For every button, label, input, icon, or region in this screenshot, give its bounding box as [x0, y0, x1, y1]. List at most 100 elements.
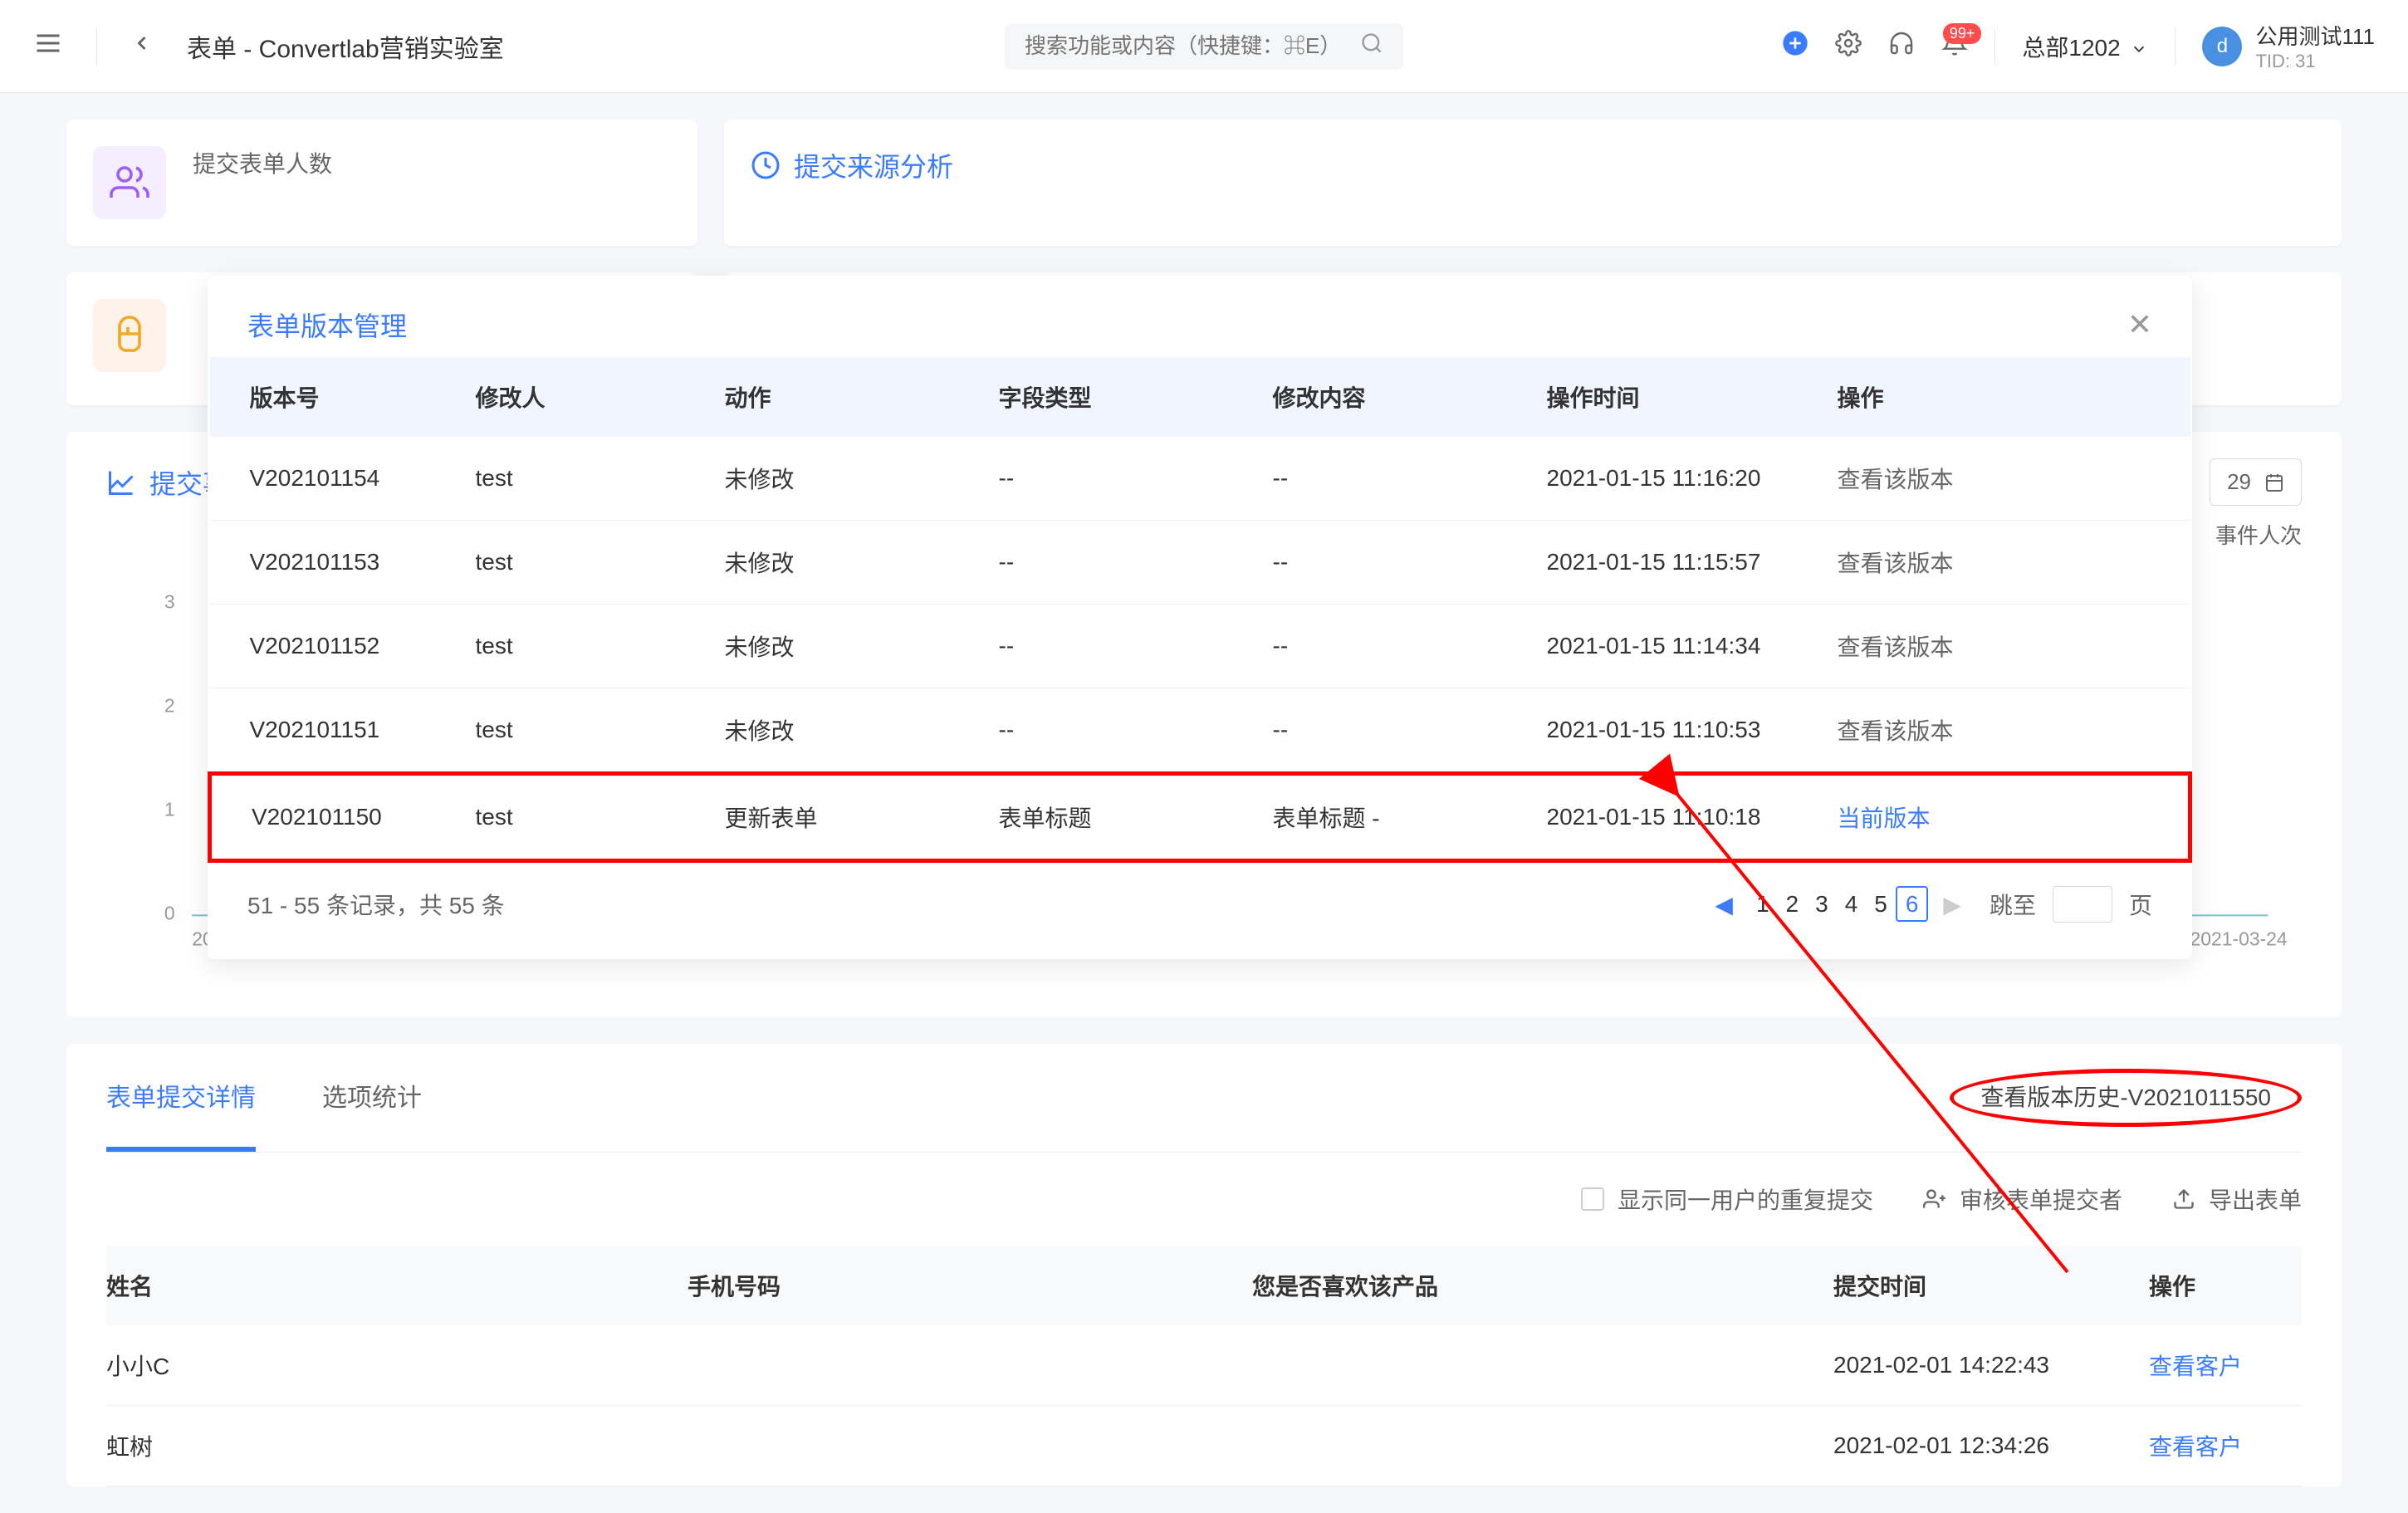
submit-count-label: 提交表单人数 — [193, 146, 332, 179]
divider — [1994, 28, 1995, 65]
th-time: 操作时间 — [1530, 357, 1821, 437]
col-phone: 手机号码 — [688, 1246, 1252, 1325]
svg-text:0: 0 — [164, 903, 175, 924]
pagination: ◀ 123456 ▶ 跳至 页 — [1711, 886, 2152, 923]
results-table: 姓名 手机号码 您是否喜欢该产品 提交时间 操作 小小C2021-02-01 1… — [106, 1246, 2302, 1486]
table-row: V202101152test未修改----2021-01-15 11:14:34… — [210, 605, 2190, 688]
touch-icon — [93, 299, 166, 372]
gear-icon[interactable] — [1835, 30, 1862, 62]
th-action: 动作 — [708, 357, 982, 437]
headset-icon[interactable] — [1888, 30, 1915, 62]
col-likes: 您是否喜欢该产品 — [1252, 1246, 1833, 1325]
page-number[interactable]: 2 — [1778, 888, 1808, 920]
page-number[interactable]: 4 — [1837, 888, 1867, 920]
table-row: V202101150test更新表单表单标题表单标题 -2021-01-15 1… — [210, 774, 2190, 861]
user-text: 公用测试111 TID: 31 — [2255, 20, 2375, 72]
source-analysis-title-text: 提交来源分析 — [794, 146, 953, 184]
view-version-link[interactable]: 查看该版本 — [1838, 467, 1954, 492]
view-customer-link[interactable]: 查看客户 — [2149, 1354, 2242, 1379]
chart-right-labels: 29 — [2210, 458, 2302, 506]
top-header: 表单 - Convertlab营销实验室 99+ 总部1202 d — [0, 0, 2408, 93]
checkbox-icon — [1581, 1187, 1604, 1211]
table-row: 小小C2021-02-01 14:22:43查看客户 — [106, 1325, 2302, 1406]
page-number[interactable]: 5 — [1866, 888, 1896, 920]
view-version-link[interactable]: 当前版本 — [1838, 805, 1931, 831]
search-input[interactable] — [1025, 33, 1360, 59]
th-op: 操作 — [1821, 357, 2190, 437]
header-left: 表单 - Convertlab营销实验室 — [33, 28, 504, 65]
menu-icon[interactable] — [33, 28, 63, 64]
search-icon — [1360, 32, 1383, 61]
page-number[interactable]: 6 — [1896, 886, 1929, 922]
breadcrumb: 表单 - Convertlab营销实验室 — [187, 28, 504, 65]
svg-text:3: 3 — [164, 591, 175, 613]
page-suffix: 页 — [2129, 888, 2152, 921]
show-dup-label: 显示同一用户的重复提交 — [1618, 1182, 1873, 1216]
table-row: 虹树2021-02-01 12:34:26查看客户 — [106, 1406, 2302, 1486]
org-selector[interactable]: 总部1202 — [2022, 30, 2148, 63]
user-name: 公用测试111 — [2255, 20, 2375, 51]
page-number[interactable]: 3 — [1807, 888, 1837, 920]
view-version-link[interactable]: 查看该版本 — [1838, 634, 1954, 660]
calendar-icon — [2264, 473, 2284, 492]
th-version: 版本号 — [210, 357, 459, 437]
modal-footer: 51 - 55 条记录，共 55 条 ◀ 123456 ▶ 跳至 页 — [208, 863, 2192, 959]
jump-input[interactable] — [2053, 886, 2112, 923]
tab-stats[interactable]: 选项统计 — [322, 1044, 422, 1152]
record-count: 51 - 55 条记录，共 55 条 — [247, 888, 505, 921]
prev-page-icon[interactable]: ◀ — [1711, 891, 1736, 918]
audit-button[interactable]: 审核表单提交者 — [1923, 1182, 2122, 1216]
clock-icon — [751, 150, 781, 180]
user-tid: TID: 31 — [2255, 51, 2315, 72]
jump-label: 跳至 — [1990, 888, 2036, 921]
audit-icon — [1923, 1187, 1946, 1211]
view-version-link[interactable]: 查看该版本 — [1838, 551, 1954, 576]
view-customer-link[interactable]: 查看客户 — [2149, 1434, 2242, 1460]
divider — [2175, 28, 2176, 65]
date-range-text: 29 — [2227, 469, 2251, 495]
tab-details[interactable]: 表单提交详情 — [106, 1044, 256, 1152]
svg-text:2021-03-24: 2021-03-24 — [2190, 928, 2288, 950]
chart-icon — [106, 468, 136, 497]
col-time: 提交时间 — [1833, 1246, 2149, 1325]
notification-badge: 99+ — [1943, 23, 1982, 44]
col-op: 操作 — [2149, 1246, 2302, 1325]
audit-label: 审核表单提交者 — [1960, 1182, 2122, 1216]
org-label-text: 总部1202 — [2022, 35, 2120, 61]
page-number[interactable]: 1 — [1748, 888, 1778, 920]
export-label: 导出表单 — [2209, 1182, 2302, 1216]
tabs: 表单提交详情 选项统计 — [106, 1044, 422, 1152]
toolbar: 显示同一用户的重复提交 审核表单提交者 导出表单 — [106, 1153, 2302, 1246]
user-info[interactable]: d 公用测试111 TID: 31 — [2202, 20, 2375, 72]
tabs-card: 表单提交详情 选项统计 查看版本历史-V2021011550 显示同一用户的重复… — [66, 1044, 2342, 1486]
th-modifier: 修改人 — [459, 357, 708, 437]
submit-count-card: 提交表单人数 — [66, 120, 697, 246]
th-content: 修改内容 — [1256, 357, 1530, 437]
table-row: V202101153test未修改----2021-01-15 11:15:57… — [210, 521, 2190, 605]
modal-title: 表单版本管理 — [247, 306, 407, 344]
source-analysis-title: 提交来源分析 — [751, 146, 2315, 184]
version-table: 版本号 修改人 动作 字段类型 修改内容 操作时间 操作 V202101154t… — [208, 357, 2192, 863]
main-content: 提交表单人数 提交来源分析 提交事 29 — [0, 93, 2408, 1513]
bell-icon[interactable]: 99+ — [1941, 30, 1968, 62]
add-icon[interactable] — [1782, 30, 1808, 62]
table-row: V202101151test未修改----2021-01-15 11:10:53… — [210, 688, 2190, 774]
modal-header: 表单版本管理 ✕ — [208, 276, 2192, 357]
export-icon — [2172, 1187, 2195, 1211]
col-name: 姓名 — [106, 1246, 688, 1325]
svg-text:1: 1 — [164, 799, 175, 820]
next-page-icon[interactable]: ▶ — [1940, 891, 1965, 918]
export-button[interactable]: 导出表单 — [2172, 1182, 2302, 1216]
people-icon — [93, 146, 166, 219]
divider — [96, 28, 97, 65]
date-range-picker[interactable]: 29 — [2210, 458, 2302, 506]
view-version-link[interactable]: 查看该版本 — [1838, 718, 1954, 744]
back-icon[interactable] — [130, 32, 154, 61]
top-cards-row-1: 提交表单人数 提交来源分析 — [66, 120, 2342, 246]
search-bar[interactable] — [1005, 23, 1403, 70]
svg-text:2: 2 — [164, 695, 175, 717]
close-icon[interactable]: ✕ — [2127, 307, 2152, 342]
show-duplicates-toggle[interactable]: 显示同一用户的重复提交 — [1581, 1182, 1873, 1216]
th-field-type: 字段类型 — [982, 357, 1256, 437]
version-history-link[interactable]: 查看版本历史-V2021011550 — [1950, 1069, 2302, 1127]
